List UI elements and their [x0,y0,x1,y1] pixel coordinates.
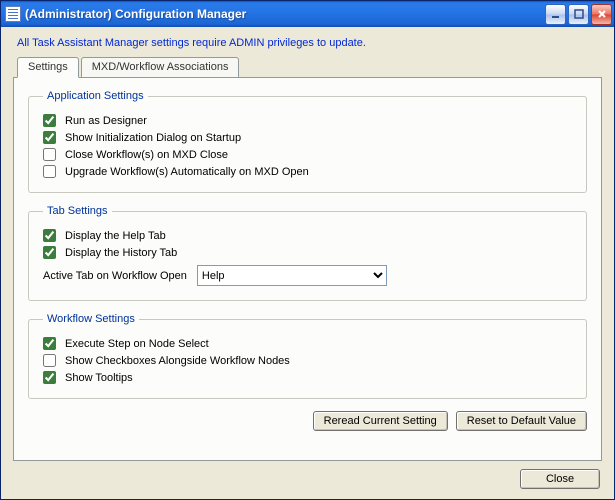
option-row: Display the History Tab [43,246,576,259]
close-workflows-on-mxd-close-checkbox[interactable] [43,148,56,161]
tabstrip: Settings MXD/Workflow Associations [17,57,604,77]
window-title: (Administrator) Configuration Manager [25,7,545,21]
footer-button-row: Close [11,461,604,489]
display-help-tab-checkbox[interactable] [43,229,56,242]
option-row: Display the Help Tab [43,229,576,242]
config-manager-window: (Administrator) Configuration Manager Al… [0,0,615,500]
show-init-dialog-checkbox[interactable] [43,131,56,144]
option-row: Close Workflow(s) on MXD Close [43,148,576,161]
option-row: Show Tooltips [43,371,576,384]
reset-to-default-button[interactable]: Reset to Default Value [456,411,587,431]
tab-settings-group: Tab Settings Display the Help Tab Displa… [28,205,587,301]
option-label: Run as Designer [65,115,147,127]
app-icon [5,6,21,22]
active-tab-row: Active Tab on Workflow Open Help [43,265,576,286]
window-close-button[interactable] [591,4,612,25]
workflow-settings-group: Workflow Settings Execute Step on Node S… [28,313,587,399]
upgrade-workflows-on-open-checkbox[interactable] [43,165,56,178]
option-row: Show Checkboxes Alongside Workflow Nodes [43,354,576,367]
group-legend: Tab Settings [43,205,112,217]
minimize-icon [551,9,561,19]
titlebar: (Administrator) Configuration Manager [1,1,614,27]
window-controls [545,4,612,25]
tab-label: Settings [28,61,68,73]
option-row: Run as Designer [43,114,576,127]
run-as-designer-checkbox[interactable] [43,114,56,127]
option-label: Display the History Tab [65,247,177,259]
close-icon [597,9,607,19]
option-label: Upgrade Workflow(s) Automatically on MXD… [65,166,309,178]
option-row: Show Initialization Dialog on Startup [43,131,576,144]
group-legend: Workflow Settings [43,313,139,325]
group-legend: Application Settings [43,90,148,102]
active-tab-select[interactable]: Help [197,265,387,286]
show-tooltips-checkbox[interactable] [43,371,56,384]
option-label: Show Tooltips [65,372,133,384]
panel-button-row: Reread Current Setting Reset to Default … [28,411,587,431]
option-label: Execute Step on Node Select [65,338,209,350]
settings-panel: Application Settings Run as Designer Sho… [13,77,602,461]
client-area: All Task Assistant Manager settings requ… [1,27,614,499]
option-row: Execute Step on Node Select [43,337,576,350]
reread-current-setting-button[interactable]: Reread Current Setting [313,411,448,431]
application-settings-group: Application Settings Run as Designer Sho… [28,90,587,193]
option-label: Close Workflow(s) on MXD Close [65,149,228,161]
option-label: Display the Help Tab [65,230,166,242]
option-label: Show Initialization Dialog on Startup [65,132,241,144]
maximize-button[interactable] [568,4,589,25]
tab-mxd-workflow-associations[interactable]: MXD/Workflow Associations [81,57,240,77]
display-history-tab-checkbox[interactable] [43,246,56,259]
close-button[interactable]: Close [520,469,600,489]
show-checkboxes-alongside-nodes-checkbox[interactable] [43,354,56,367]
option-row: Upgrade Workflow(s) Automatically on MXD… [43,165,576,178]
tab-settings[interactable]: Settings [17,57,79,78]
execute-step-on-select-checkbox[interactable] [43,337,56,350]
admin-privileges-notice: All Task Assistant Manager settings requ… [17,37,602,49]
option-label: Show Checkboxes Alongside Workflow Nodes [65,355,290,367]
tab-label: MXD/Workflow Associations [92,61,229,73]
active-tab-label: Active Tab on Workflow Open [43,270,187,282]
maximize-icon [574,9,584,19]
minimize-button[interactable] [545,4,566,25]
